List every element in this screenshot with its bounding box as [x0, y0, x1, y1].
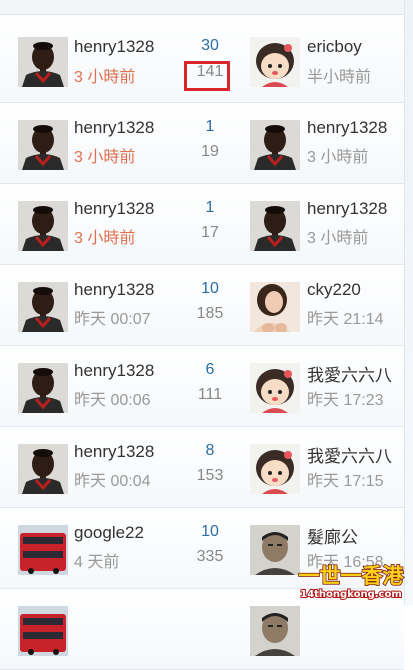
post-time: 昨天 00:06	[74, 392, 151, 409]
cartoon-girl-avatar[interactable]	[250, 37, 300, 87]
scrollbar[interactable]	[404, 0, 413, 605]
poster-name[interactable]: google22	[74, 523, 144, 543]
view-count: 19	[201, 143, 219, 160]
last-post-time: 昨天 21:14	[307, 311, 384, 328]
soccer-player-avatar[interactable]	[18, 444, 68, 494]
thread-row[interactable]: henry1328 昨天 00:07 10 185 cky220 昨天 21:14	[0, 265, 404, 346]
reply-count: 6	[205, 361, 215, 378]
post-time: 昨天 00:07	[74, 311, 151, 328]
post-time: 昨天 00:04	[74, 473, 151, 490]
soccer-player-avatar[interactable]	[18, 37, 68, 87]
last-post-time: 半小時前	[307, 69, 372, 86]
poster-name[interactable]: henry1328	[74, 199, 154, 219]
last-poster-name[interactable]: cky220	[307, 280, 361, 300]
poster-name[interactable]: henry1328	[74, 442, 154, 462]
poster-name[interactable]: henry1328	[74, 361, 154, 381]
thread-row[interactable]	[0, 589, 404, 670]
reply-count: 8	[205, 442, 215, 459]
svg-text:14thongkong.com: 14thongkong.com	[300, 589, 402, 600]
post-time: 4 天前	[74, 554, 120, 571]
thread-row[interactable]: henry1328 3 小時前 1 19 henry1328 3 小時前	[0, 103, 404, 184]
poster-name[interactable]: henry1328	[74, 118, 154, 138]
soccer-player-avatar[interactable]	[18, 201, 68, 251]
view-count: 153	[196, 467, 224, 484]
last-poster-name[interactable]: 我愛六六八	[307, 442, 392, 467]
poster-name[interactable]: henry1328	[74, 280, 154, 300]
soccer-player-avatar[interactable]	[250, 120, 300, 170]
last-post-time: 昨天 17:15	[307, 473, 384, 490]
view-count: 17	[201, 224, 219, 241]
reply-count: 1	[205, 199, 215, 216]
cartoon-girl-avatar[interactable]	[250, 363, 300, 413]
reply-count: 30	[201, 37, 219, 54]
thread-row[interactable]: henry1328 昨天 00:06 6 111 我愛六六八昨天 17:23	[0, 346, 404, 427]
last-poster-name[interactable]: henry1328	[307, 199, 387, 219]
red-bus-avatar[interactable]	[18, 606, 68, 656]
list-top-border	[0, 0, 413, 15]
post-time: 3 小時前	[74, 230, 136, 247]
last-post-time: 3 小時前	[307, 230, 369, 247]
soccer-player-avatar[interactable]	[18, 120, 68, 170]
post-time: 3 小時前	[74, 69, 136, 86]
soccer-player-avatar[interactable]	[18, 282, 68, 332]
site-watermark-logo: 一世一香港 14thongkong.com	[292, 561, 410, 601]
last-poster-name[interactable]: ericboy	[307, 37, 362, 57]
view-count: 185	[196, 305, 224, 322]
thread-row[interactable]: henry1328 昨天 00:04 8 153 我愛六六八昨天 17:15	[0, 427, 404, 508]
last-post-time: 昨天 17:23	[307, 392, 384, 409]
cartoon-girl-avatar[interactable]	[250, 444, 300, 494]
poster-name[interactable]: henry1328	[74, 37, 154, 57]
last-poster-name[interactable]: henry1328	[307, 118, 387, 138]
views-highlight-box	[184, 61, 230, 91]
last-poster-name[interactable]: 我愛六六八	[307, 361, 392, 386]
thread-row[interactable]: henry1328 3 小時前 1 17 henry1328 3 小時前	[0, 184, 404, 265]
svg-text:一世一香港: 一世一香港	[299, 564, 405, 588]
reply-count: 10	[201, 523, 219, 540]
post-time: 3 小時前	[74, 149, 136, 166]
red-bus-avatar[interactable]	[18, 525, 68, 575]
soccer-player-avatar[interactable]	[250, 201, 300, 251]
soccer-player-avatar[interactable]	[18, 363, 68, 413]
view-count: 111	[197, 386, 223, 403]
view-count: 335	[196, 548, 224, 565]
reply-count: 10	[201, 280, 219, 297]
last-post-time: 3 小時前	[307, 149, 369, 166]
reply-count: 1	[205, 118, 215, 135]
last-poster-name[interactable]: 髮廊公	[307, 523, 358, 548]
man-photo-avatar[interactable]	[250, 606, 300, 656]
woman-photo-avatar[interactable]	[250, 282, 300, 332]
